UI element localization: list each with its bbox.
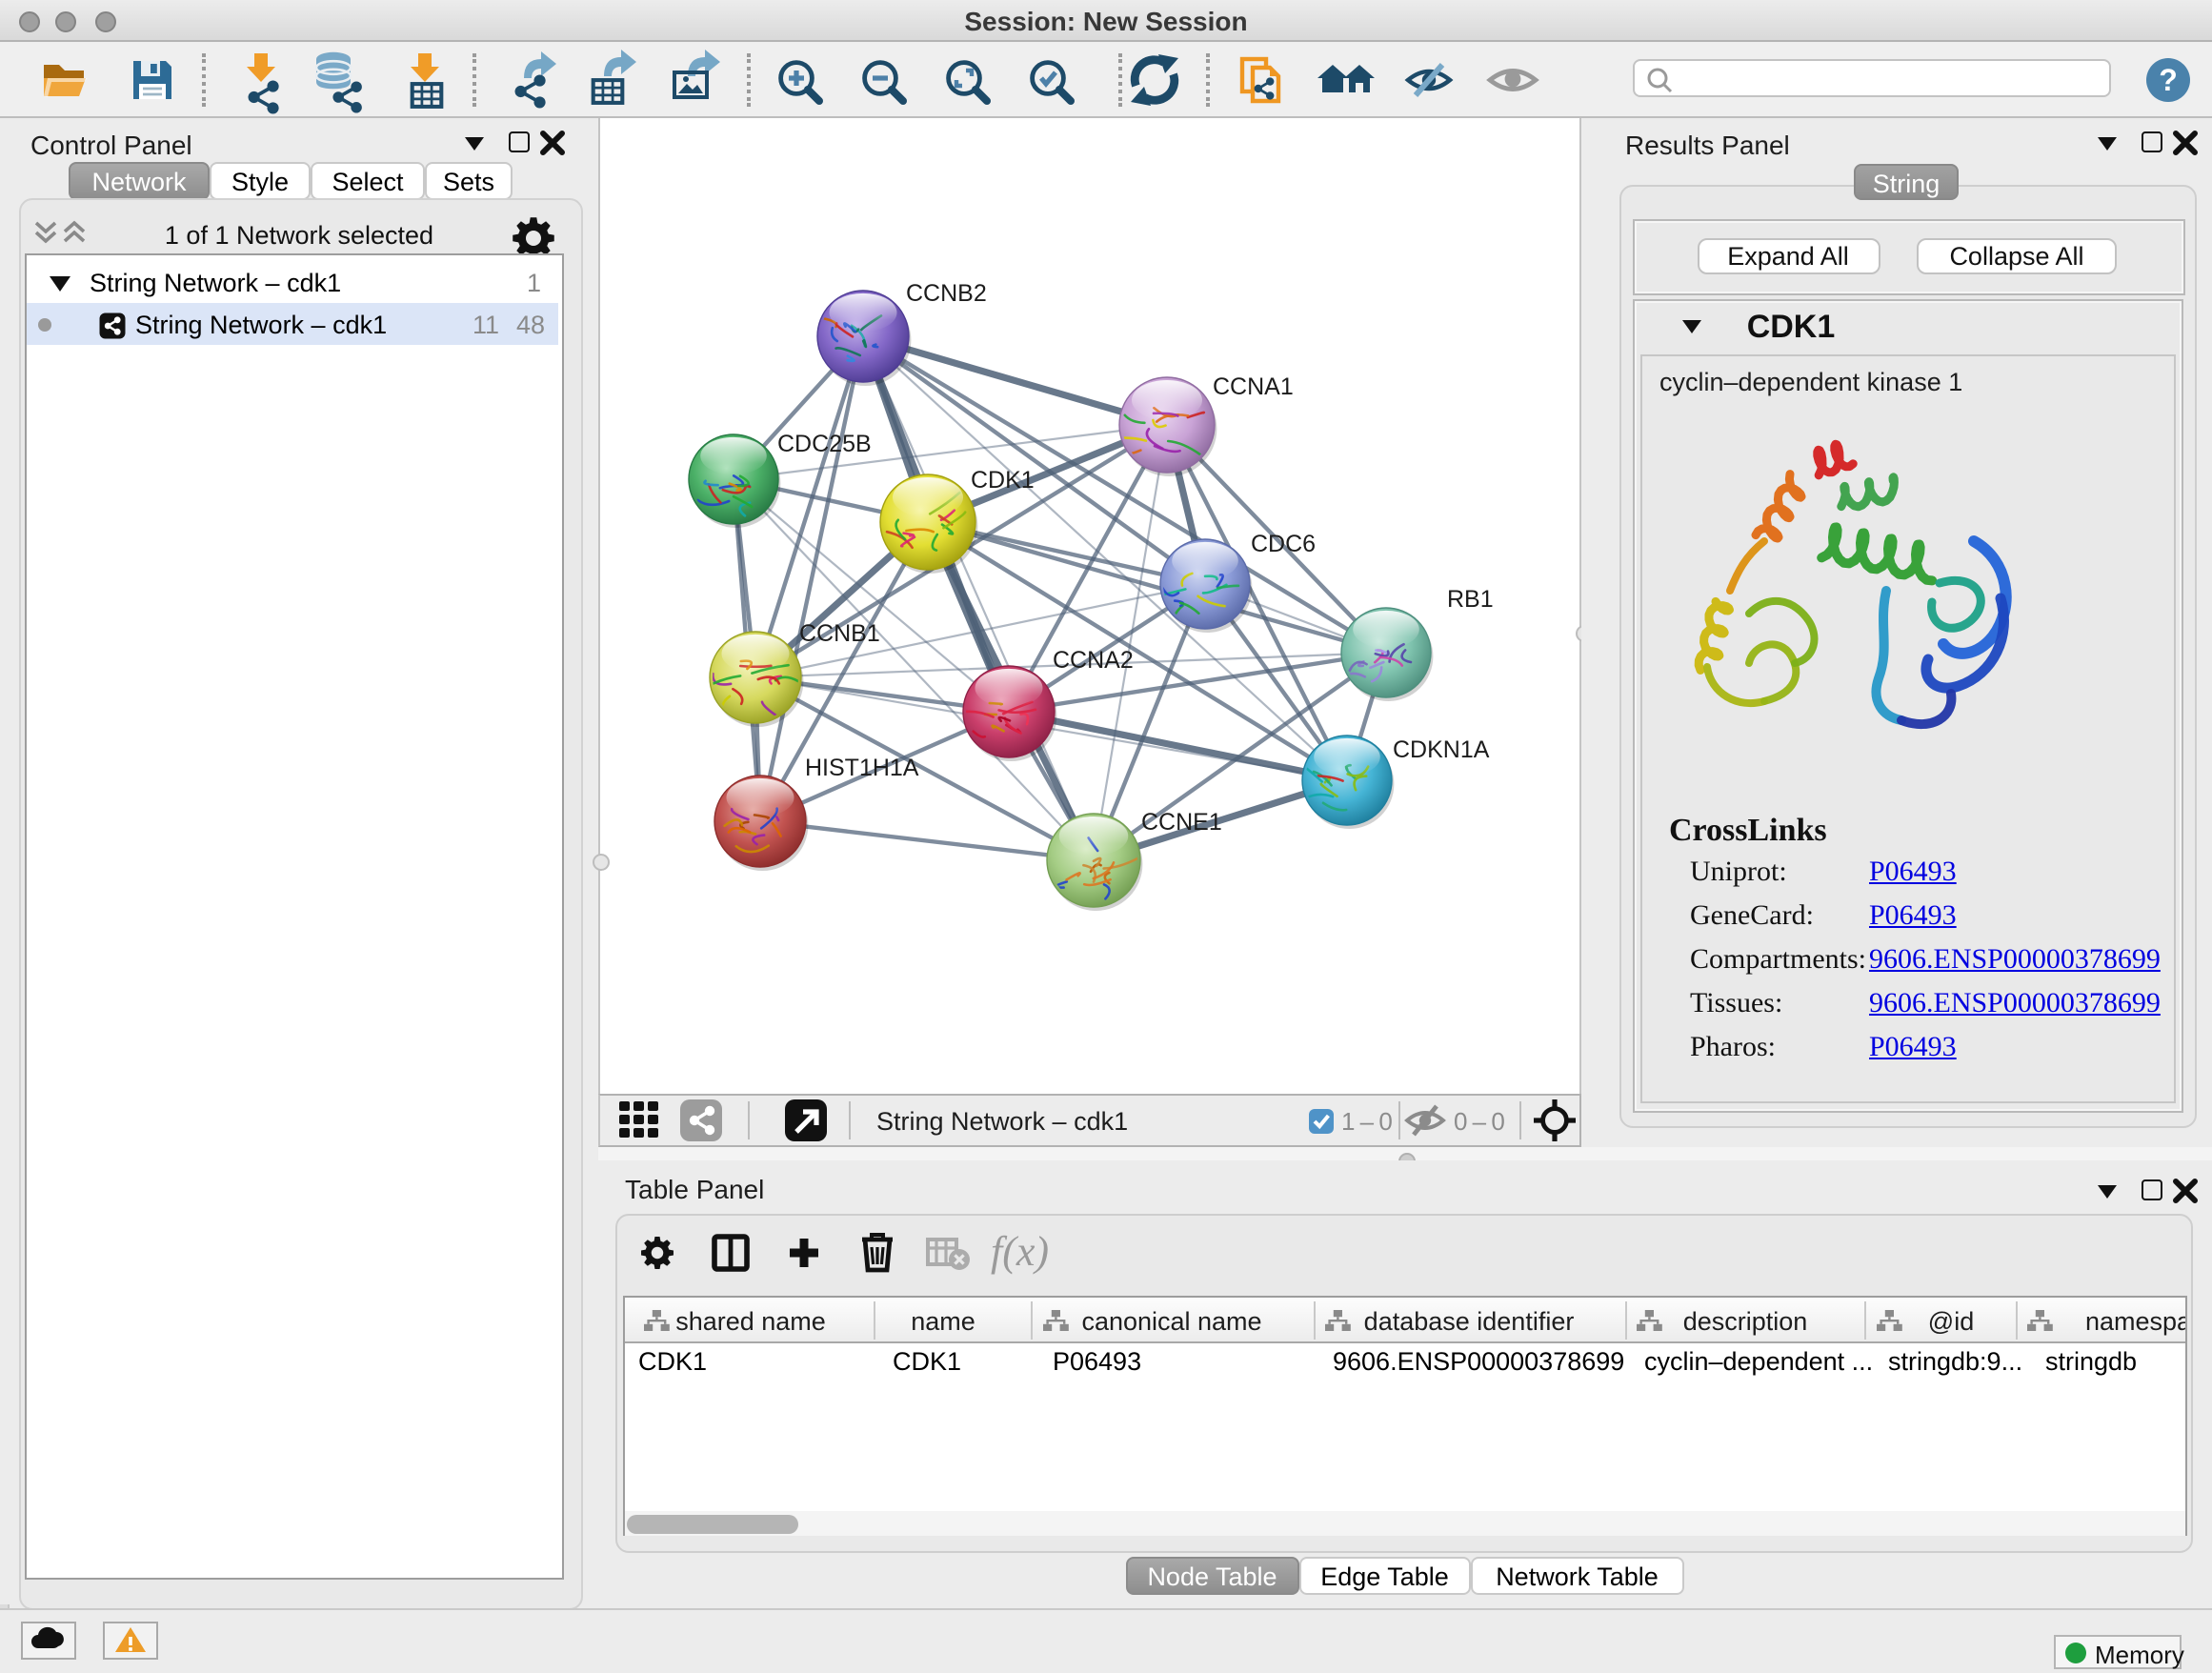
svg-text:CCNE1: CCNE1 — [1141, 809, 1222, 836]
svg-text:CCNA1: CCNA1 — [1213, 373, 1294, 400]
svg-text:CCNB2: CCNB2 — [906, 280, 987, 307]
svg-text:CDC6: CDC6 — [1251, 531, 1316, 557]
svg-text:CDK1: CDK1 — [893, 1347, 961, 1376]
svg-text:CCNB1: CCNB1 — [799, 620, 880, 647]
svg-text:0 – 0: 0 – 0 — [1454, 1107, 1505, 1136]
svg-text:P06493: P06493 — [1053, 1347, 1141, 1376]
svg-text:1 – 0: 1 – 0 — [1341, 1107, 1393, 1136]
svg-text:shared name: shared name — [675, 1307, 826, 1336]
svg-text:stringdb: stringdb — [2045, 1347, 2137, 1376]
svg-text:CDK1: CDK1 — [971, 467, 1035, 494]
svg-text:canonical name: canonical name — [1081, 1307, 1261, 1336]
svg-text:String Network – cdk1: String Network – cdk1 — [876, 1107, 1128, 1136]
svg-text:9606.ENSP00000378699: 9606.ENSP00000378699 — [1333, 1347, 1624, 1376]
svg-text:CDKN1A: CDKN1A — [1393, 736, 1490, 763]
svg-text:cyclin–dependent ...: cyclin–dependent ... — [1644, 1347, 1873, 1376]
svg-text:CCNA2: CCNA2 — [1053, 647, 1134, 674]
svg-text:stringdb:9...: stringdb:9... — [1888, 1347, 2022, 1376]
svg-text:CDK1: CDK1 — [638, 1347, 707, 1376]
svg-text:HIST1H1A: HIST1H1A — [805, 755, 919, 781]
svg-text:name: name — [911, 1307, 975, 1336]
svg-text:?: ? — [2159, 63, 2178, 97]
svg-text:description: description — [1683, 1307, 1808, 1336]
svg-text:database identifier: database identifier — [1364, 1307, 1575, 1336]
svg-text:CDC25B: CDC25B — [777, 431, 872, 457]
svg-text:@id: @id — [1928, 1307, 1974, 1336]
svg-text:f(x): f(x) — [991, 1228, 1049, 1275]
svg-text:namespac: namespac — [2085, 1307, 2185, 1336]
svg-text:RB1: RB1 — [1447, 586, 1494, 613]
